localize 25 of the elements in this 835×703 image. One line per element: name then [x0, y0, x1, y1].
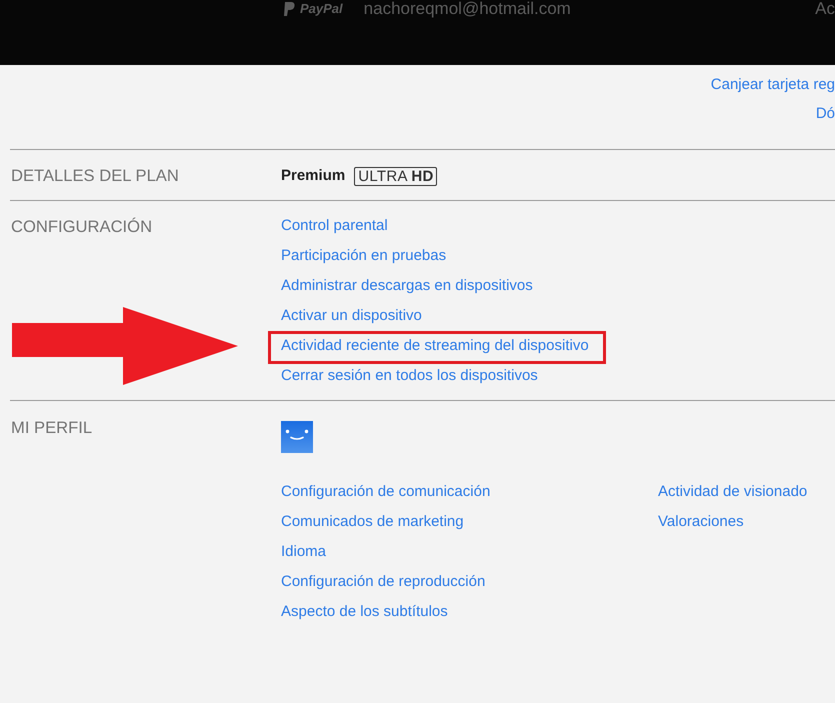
- profile-avatar-icon: [281, 421, 313, 453]
- profile-link[interactable]: Actividad de visionado: [658, 477, 808, 507]
- profile-link[interactable]: Idioma: [281, 537, 326, 567]
- quality-badge: ULTRA HD: [354, 166, 437, 186]
- settings-link[interactable]: Actividad reciente de streaming del dispositivo: [281, 337, 589, 354]
- settings-link[interactable]: Control parental: [281, 217, 388, 234]
- account-link[interactable]: Dó: [816, 99, 835, 128]
- section-label: DETALLES DEL PLAN: [10, 165, 179, 187]
- profile-link[interactable]: Valoraciones: [658, 507, 744, 537]
- profile-link[interactable]: Configuración de reproducción: [281, 567, 486, 597]
- settings-link[interactable]: Activar un dispositivo: [281, 307, 422, 324]
- profile-link[interactable]: Configuración de comunicación: [281, 477, 490, 507]
- profile-link[interactable]: Comunicados de marketing: [281, 507, 464, 537]
- settings-link[interactable]: Administrar descargas en dispositivos: [281, 277, 533, 294]
- payment-email: nachoreqmol@hotmail.com: [364, 0, 571, 18]
- payment-brand: PayPal: [300, 0, 343, 18]
- plan-name: Premium: [281, 166, 346, 186]
- section-label: CONFIGURACIÓN: [10, 216, 152, 238]
- cut-text: Ac: [815, 0, 835, 18]
- settings-link[interactable]: Cerrar sesión en todos los dispositivos: [281, 367, 538, 384]
- profile-link[interactable]: Aspecto de los subtítulos: [281, 597, 448, 627]
- account-link[interactable]: Canjear tarjeta reg: [710, 70, 835, 99]
- p-logo-icon: [283, 2, 295, 16]
- section-label: MI PERFIL: [10, 417, 92, 439]
- settings-link[interactable]: Participación en pruebas: [281, 247, 446, 264]
